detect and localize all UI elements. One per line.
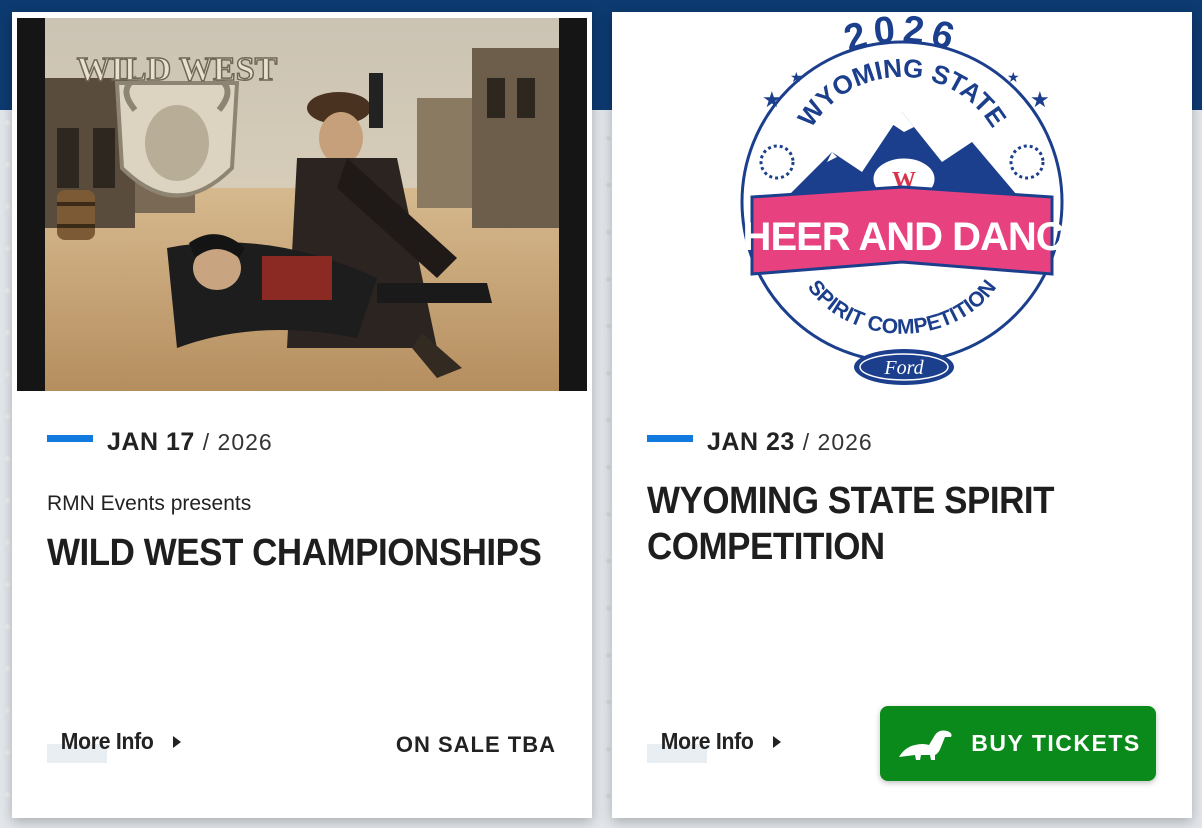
date-accent-bar <box>47 435 93 442</box>
svg-text:WILD WEST: WILD WEST <box>77 51 278 88</box>
event-date-day: JAN 23 <box>707 428 795 456</box>
more-info-label: More Info <box>60 728 154 754</box>
event-card-wild-west[interactable]: WILD WEST JAN 17 / 2026 RMN Events prese… <box>12 12 592 818</box>
svg-text:SPIRIT COMPETITION: SPIRIT COMPETITION <box>803 276 1001 339</box>
on-sale-status: ON SALE TBA <box>395 732 556 757</box>
svg-text:2026: 2026 <box>839 12 964 60</box>
event-image-wild-west[interactable]: WILD WEST <box>17 18 587 391</box>
event-date-year: / 2026 <box>202 429 273 455</box>
caret-right-icon <box>172 735 181 748</box>
event-card-wyoming-spirit[interactable]: 2026 ★ ★ ★ ★ WYOMING STATE W CHEER AND D… <box>612 8 1192 818</box>
event-title[interactable]: WILD WEST CHAMPIONSHIPS <box>47 530 562 576</box>
star-icon: ★ <box>1007 69 1020 85</box>
caret-right-icon <box>772 735 781 748</box>
buy-tickets-button[interactable]: BUY TICKETS <box>880 706 1156 781</box>
dinosaur-icon <box>899 730 952 760</box>
event-date-year: / 2026 <box>802 429 873 455</box>
buy-tickets-label: BUY TICKETS <box>971 730 1141 756</box>
svg-text:Ford: Ford <box>883 357 924 379</box>
more-info-link[interactable]: More Info <box>47 728 181 763</box>
event-image-wyoming-spirit[interactable]: 2026 ★ ★ ★ ★ WYOMING STATE W CHEER AND D… <box>612 8 1192 392</box>
event-title[interactable]: WYOMING STATE SPIRIT COMPETITION <box>647 478 1162 570</box>
star-icon: ★ <box>762 87 782 112</box>
svg-text:CHEER AND DANCE: CHEER AND DANCE <box>715 215 1090 259</box>
more-info-link[interactable]: More Info <box>647 728 781 763</box>
event-presenter: RMN Events presents <box>47 492 252 515</box>
cheer-dance-logo: 2026 ★ ★ ★ ★ WYOMING STATE W CHEER AND D… <box>715 8 1091 385</box>
wild-west-illustration: WILD WEST <box>17 18 587 391</box>
event-date: JAN 23 / 2026 <box>647 428 873 457</box>
event-date: JAN 17 / 2026 <box>47 428 273 457</box>
event-date-day: JAN 17 <box>107 428 195 456</box>
date-accent-bar <box>647 435 693 442</box>
star-icon: ★ <box>790 69 803 85</box>
star-icon: ★ <box>1030 87 1050 112</box>
more-info-label: More Info <box>660 728 754 754</box>
